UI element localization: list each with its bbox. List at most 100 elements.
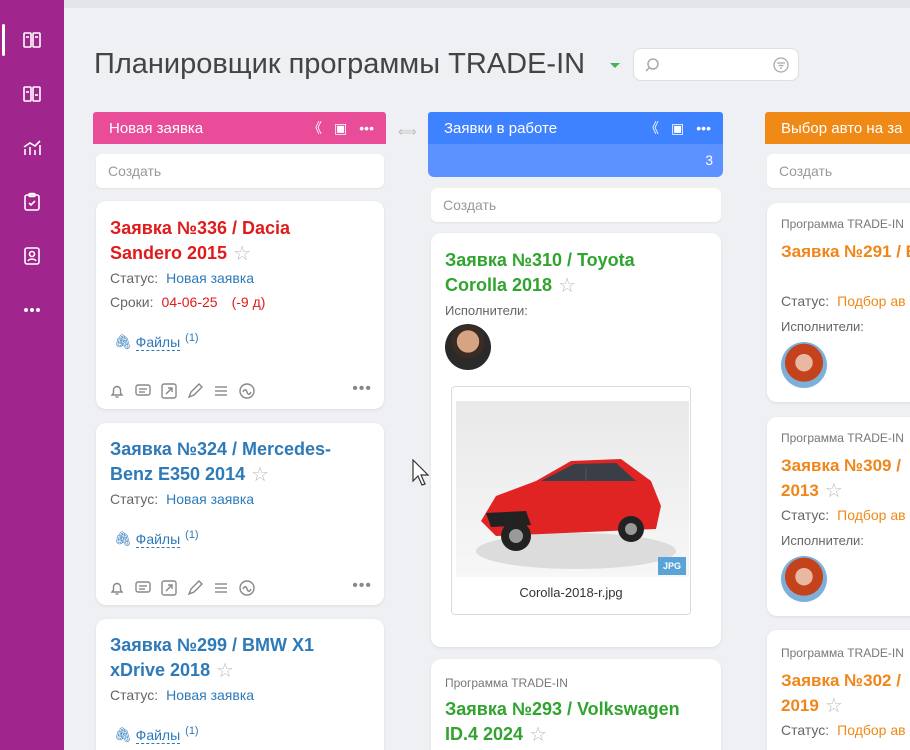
column-header[interactable]: Заявки в работе 《 ▣ ••• [428, 112, 723, 144]
card[interactable]: Программа TRADE-IN Заявка №309 / 2013 ☆ С… [767, 417, 910, 616]
activity-icon[interactable] [238, 579, 256, 597]
share-icon[interactable] [160, 579, 178, 597]
card-status: Статус: Подбор ав [781, 722, 906, 738]
list-icon[interactable] [212, 382, 230, 400]
top-strip [64, 0, 910, 8]
bell-icon[interactable] [108, 382, 126, 400]
card[interactable]: Программа TRADE-IN Заявка №302 / 2019 ☆ С… [767, 630, 910, 750]
executors-label: Исполнители: [445, 303, 528, 318]
star-icon[interactable]: ☆ [529, 723, 547, 748]
search-input[interactable] [633, 48, 799, 81]
avatar[interactable] [445, 324, 491, 370]
pencil-icon[interactable] [186, 579, 204, 597]
page-title[interactable]: Планировщик программы TRADE-IN [94, 48, 585, 81]
sidebar-item-tasks[interactable] [0, 182, 64, 222]
create-card-input[interactable]: Создать [767, 154, 910, 188]
star-icon[interactable]: ☆ [825, 694, 843, 719]
column-title: Заявки в работе [444, 119, 558, 137]
card-title[interactable]: Заявка №299 / BMW X1 xDrive 2018 ☆ [110, 633, 360, 684]
column-car-selection: Выбор авто на за Создать Программа TRADE… [765, 112, 910, 750]
card[interactable]: Заявка №310 / Toyota Corolla 2018 ☆ Испол… [431, 233, 721, 647]
star-icon[interactable]: ☆ [825, 479, 843, 504]
sidebar [0, 0, 64, 750]
star-icon[interactable]: ☆ [216, 659, 234, 684]
board-icon [23, 86, 41, 102]
select-icon[interactable]: ▣ [671, 118, 684, 138]
collapse-icon[interactable]: 《 [308, 118, 322, 138]
card-title[interactable]: Заявка №336 / Dacia Sandero 2015 ☆ [110, 216, 360, 267]
card-title[interactable]: Заявка №324 / Mercedes-Benz E350 2014 ☆ [110, 437, 360, 488]
star-icon[interactable]: ☆ [251, 463, 269, 488]
card-files[interactable]: 🖇 Файлы (1) [114, 332, 199, 351]
comment-icon[interactable] [134, 382, 152, 400]
card-title[interactable]: Заявка №309 / 2013 ☆ [781, 453, 910, 504]
card-status: Статус: Новая заявка [110, 491, 255, 507]
create-card-input[interactable]: Создать [431, 188, 721, 222]
card-status: Статус: Новая заявка [110, 270, 255, 286]
mouse-cursor [412, 459, 430, 486]
column-header[interactable]: Выбор авто на за [765, 112, 910, 144]
card[interactable]: Заявка №336 / Dacia Sandero 2015 ☆ Статус… [96, 201, 384, 409]
clipboard-icon [24, 192, 40, 211]
card-program: Программа TRADE-IN [445, 676, 568, 690]
card[interactable]: Заявка №299 / BMW X1 xDrive 2018 ☆ Статус… [96, 619, 384, 750]
image-attachment[interactable]: JPG Corolla-2018-r.jpg [451, 386, 691, 615]
column-header[interactable]: Новая заявка 《 ▣ ••• [93, 112, 386, 144]
create-card-input[interactable]: Создать [96, 154, 384, 188]
column-title: Новая заявка [109, 119, 204, 137]
card-status: Статус: Подбор ав [781, 507, 906, 523]
filter-icon[interactable] [772, 56, 790, 74]
list-icon[interactable] [212, 579, 230, 597]
executors-label: Исполнители: [781, 533, 864, 548]
card-files[interactable]: 🖇 Файлы (1) [114, 725, 199, 744]
star-icon[interactable]: ☆ [558, 274, 576, 299]
card-title[interactable]: Заявка №293 / Volkswagen ID.4 2024 ☆ [445, 697, 705, 748]
card-program: Программа TRADE-IN [781, 646, 904, 660]
sidebar-item-board[interactable] [0, 74, 64, 114]
card-title[interactable]: Заявка №310 / Toyota Corolla 2018 ☆ [445, 248, 700, 299]
card-toolbar [108, 579, 256, 597]
card-status: Статус: Подбор ав [781, 293, 906, 309]
card[interactable]: Программа TRADE-IN Заявка №293 / Volkswa… [431, 659, 721, 750]
column-menu-icon[interactable]: ••• [696, 118, 711, 138]
activity-icon[interactable] [238, 382, 256, 400]
jpg-badge: JPG [658, 557, 686, 575]
column-menu-icon[interactable]: ••• [359, 118, 374, 138]
comment-icon[interactable] [134, 579, 152, 597]
bell-icon[interactable] [108, 579, 126, 597]
column-count: 3 [428, 144, 723, 177]
paperclip-icon: 🖇 [114, 530, 132, 547]
avatar[interactable] [781, 342, 827, 388]
card-deadline: Сроки: 04-06-25 (-9 д) [110, 294, 266, 310]
sidebar-item-contacts[interactable] [0, 236, 64, 276]
card-more-icon[interactable]: ••• [352, 577, 372, 595]
card[interactable]: Заявка №324 / Mercedes-Benz E350 2014 ☆ С… [96, 423, 384, 605]
boards-icon [23, 32, 41, 48]
more-icon [23, 308, 41, 313]
column-resize-handle[interactable]: ⟺ [398, 124, 417, 140]
card-title[interactable]: Заявка №291 / Benz E-class co [781, 239, 910, 264]
card-files[interactable]: 🖇 Файлы (1) [114, 529, 199, 548]
select-icon[interactable]: ▣ [334, 118, 347, 138]
card-title[interactable]: Заявка №302 / 2019 ☆ [781, 668, 910, 719]
contacts-icon [24, 247, 40, 265]
card-more-icon[interactable]: ••• [352, 380, 372, 398]
image-filename[interactable]: Corolla-2018-r.jpg [452, 585, 690, 600]
search-icon [645, 58, 659, 72]
car-image [456, 401, 689, 577]
column-title: Выбор авто на за [781, 119, 903, 137]
executors-label: Исполнители: [781, 319, 864, 334]
title-dropdown-caret[interactable] [610, 63, 620, 68]
chart-icon [23, 140, 41, 155]
avatar[interactable] [781, 556, 827, 602]
sidebar-item-more[interactable] [0, 290, 64, 330]
star-icon[interactable]: ☆ [233, 242, 251, 267]
card-status: Статус: Новая заявка [110, 687, 255, 703]
share-icon[interactable] [160, 382, 178, 400]
sidebar-item-boards[interactable] [0, 20, 64, 60]
sidebar-item-analytics[interactable] [0, 128, 64, 168]
collapse-icon[interactable]: 《 [645, 118, 659, 138]
card[interactable]: Программа TRADE-IN Заявка №291 / Benz E-… [767, 203, 910, 402]
card-program: Программа TRADE-IN [781, 431, 904, 445]
pencil-icon[interactable] [186, 382, 204, 400]
